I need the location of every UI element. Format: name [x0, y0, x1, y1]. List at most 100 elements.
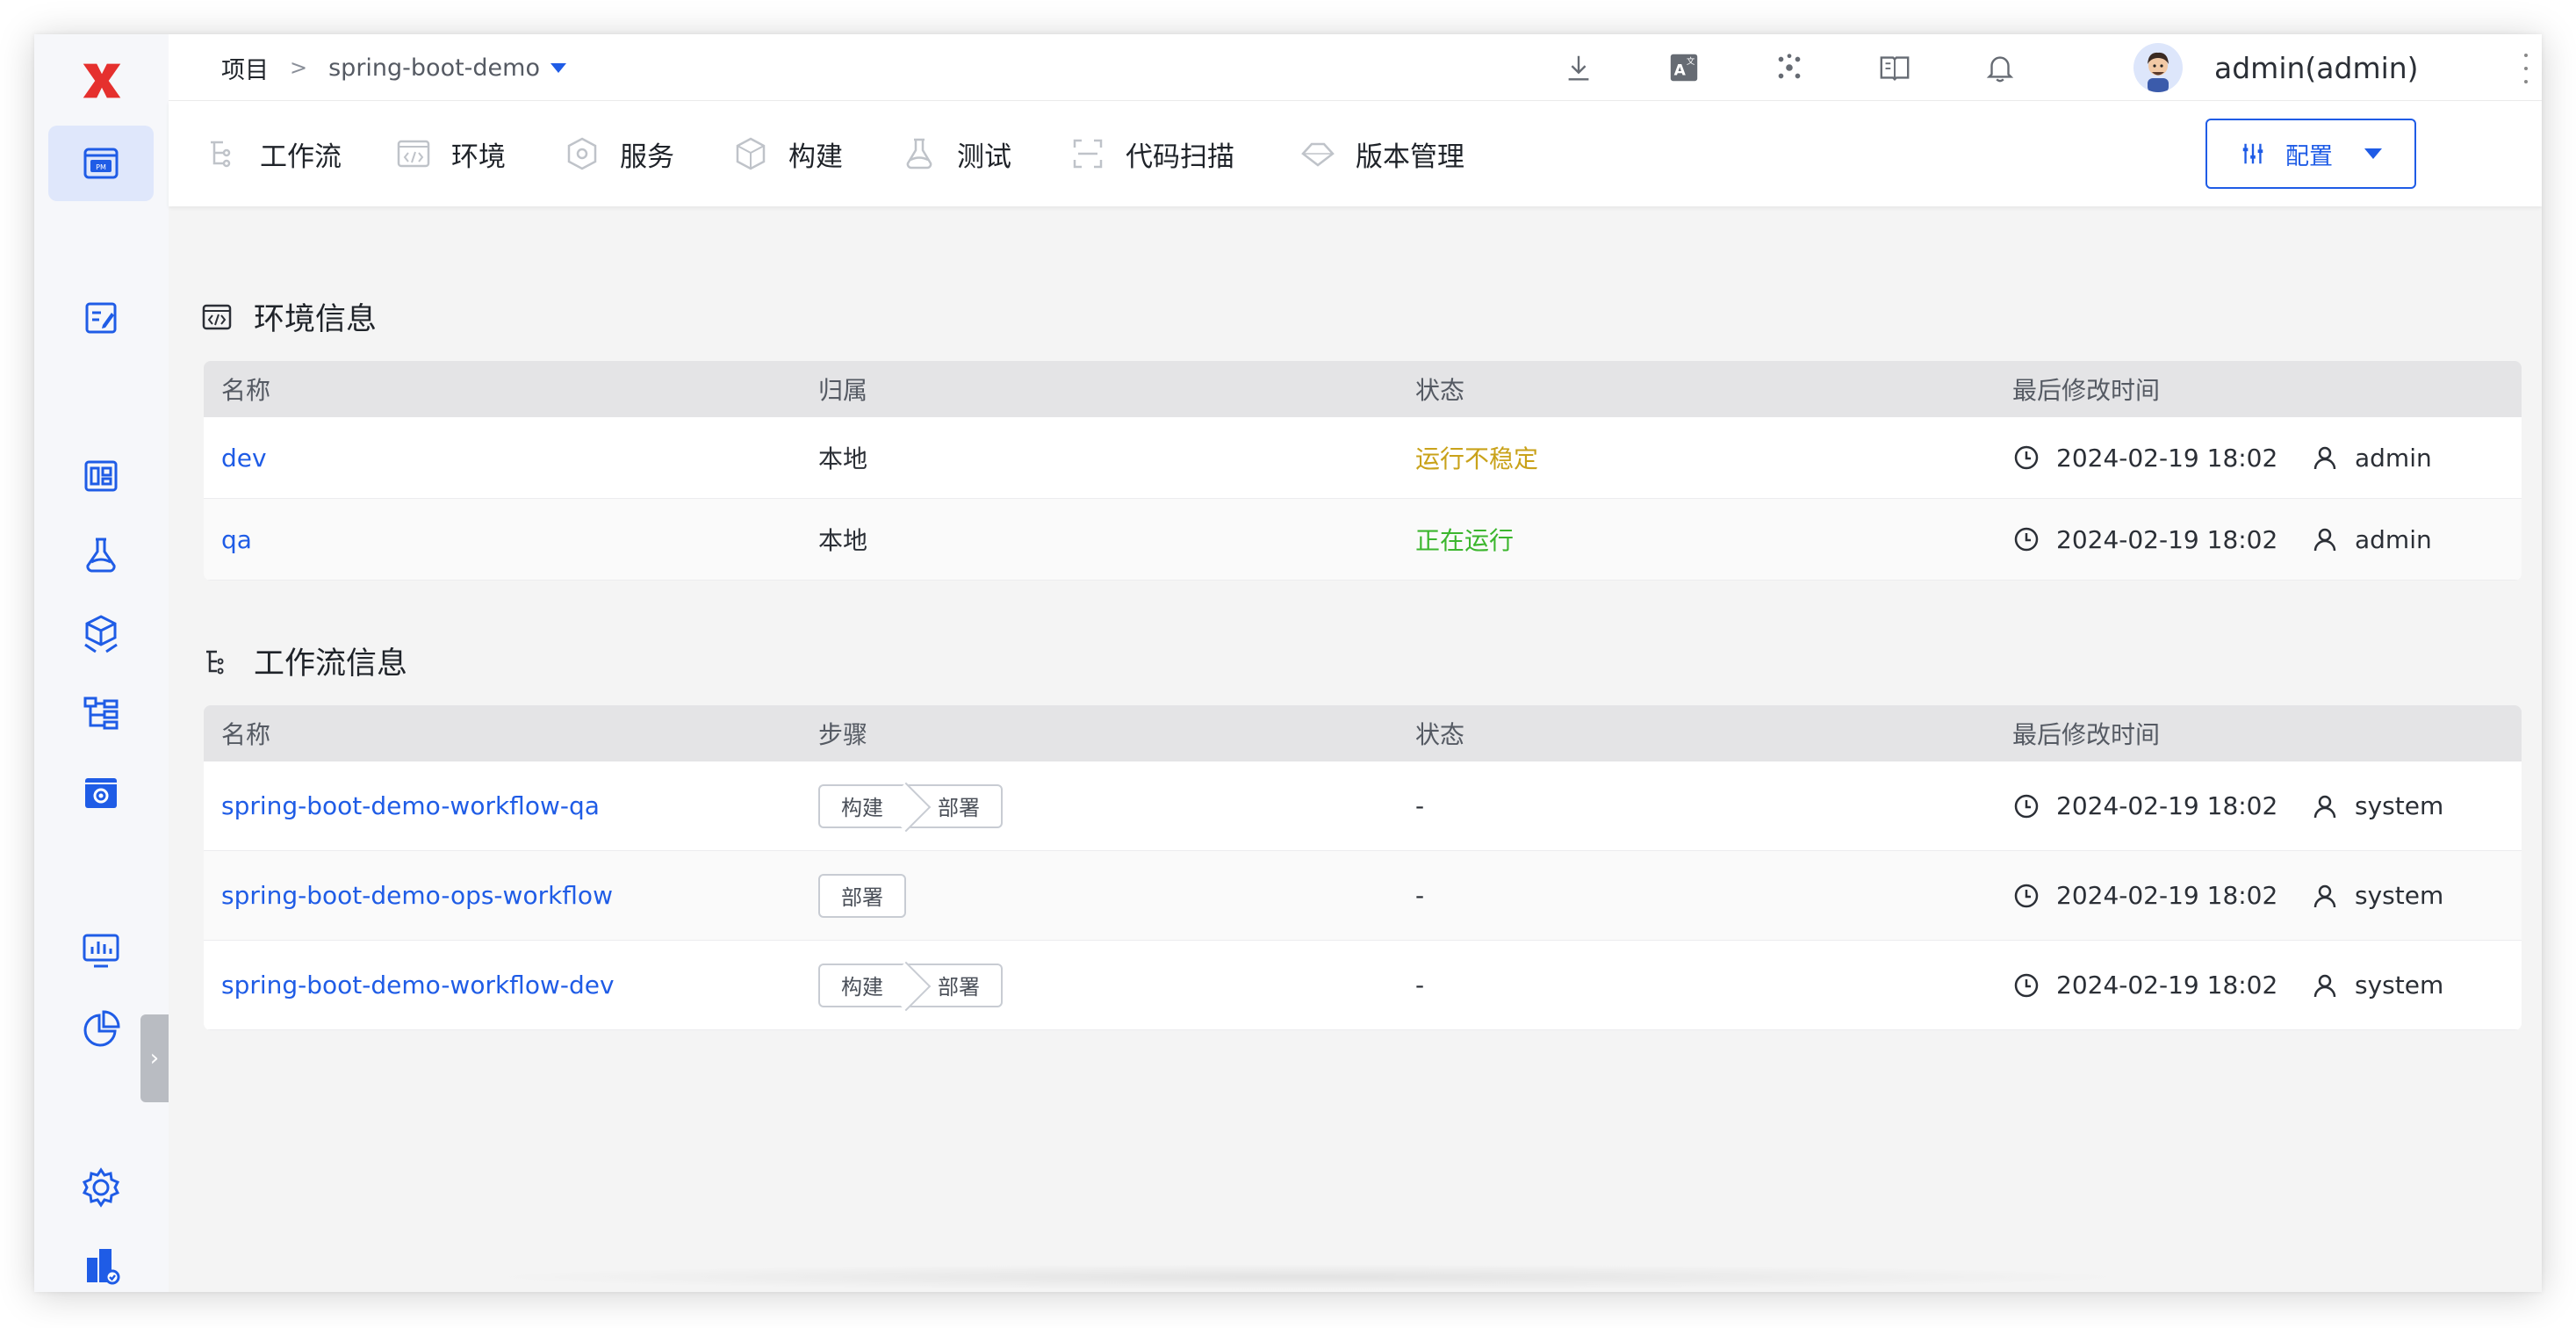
- project-selector[interactable]: spring-boot-demo: [328, 54, 566, 82]
- workflow-status: -: [1415, 791, 1425, 820]
- table-header: 名称 步骤 状态 最后修改时间: [204, 705, 2522, 761]
- user-text: admin: [2355, 443, 2432, 473]
- book-icon[interactable]: [1877, 50, 1912, 85]
- gear-icon[interactable]: [48, 1150, 154, 1225]
- workflow-steps: 构建 部署: [818, 941, 1003, 1029]
- workflow-steps: 构建 部署: [818, 761, 1003, 850]
- breadcrumb-root[interactable]: 项目: [221, 51, 269, 85]
- table-row: dev 本地 运行不稳定 2024-02-19 18:02 admin: [204, 417, 2522, 499]
- workflow-name-link[interactable]: spring-boot-demo-workflow-dev: [221, 941, 615, 1029]
- code-env-icon: [397, 140, 430, 168]
- modified-user: system: [2311, 851, 2443, 940]
- config-button[interactable]: 配置: [2205, 119, 2416, 189]
- avatar[interactable]: [2133, 43, 2183, 92]
- tab-label: 代码扫描: [1126, 141, 1234, 173]
- sidebar-collapse-handle[interactable]: ›: [140, 1014, 169, 1102]
- user-text: system: [2355, 971, 2444, 1000]
- workflow-section-title: 工作流信息: [201, 639, 407, 683]
- table-row: spring-boot-demo-workflow-qa 构建 部署 - 202…: [204, 761, 2522, 851]
- code-env-icon: [202, 304, 232, 329]
- clock-icon: [2014, 884, 2039, 907]
- translate-icon[interactable]: A文: [1666, 50, 1702, 85]
- column-header: 步骤: [818, 720, 868, 749]
- tab-label: 测试: [957, 141, 1011, 173]
- env-table: 名称 归属 状态 最后修改时间 dev 本地 运行不稳定 2024-02-19 …: [204, 361, 2522, 581]
- step-tag: 构建: [818, 783, 908, 828]
- workflow-icon: [206, 650, 224, 674]
- tab-workflow[interactable]: 工作流: [204, 101, 342, 206]
- pie-chart-icon[interactable]: [48, 992, 154, 1067]
- column-header: 名称: [221, 720, 271, 749]
- workflow-name-link[interactable]: spring-boot-demo-workflow-qa: [221, 761, 600, 850]
- user-icon: [2313, 528, 2336, 552]
- table-header: 名称 归属 状态 最后修改时间: [204, 361, 2522, 417]
- tab-service[interactable]: 服务: [564, 101, 674, 206]
- env-name-link[interactable]: qa: [221, 499, 252, 580]
- env-name-link[interactable]: dev: [221, 417, 267, 498]
- step-tag: 部署: [818, 873, 906, 918]
- modified-time: 2024-02-19 18:02: [2012, 941, 2277, 1029]
- column-header: 状态: [1415, 376, 1465, 405]
- flask-icon[interactable]: [48, 517, 154, 593]
- table-row: qa 本地 正在运行 2024-02-19 18:02 admin: [204, 499, 2522, 581]
- workflow-status: -: [1415, 881, 1425, 910]
- monitor-chart-icon[interactable]: [48, 913, 154, 988]
- settings-box-icon[interactable]: [48, 754, 154, 830]
- x-logo[interactable]: [73, 52, 131, 110]
- column-header: 状态: [1415, 720, 1465, 749]
- package-icon[interactable]: [48, 596, 154, 672]
- modified-time: 2024-02-19 18:02: [2012, 417, 2277, 498]
- env-status: 正在运行: [1415, 526, 1515, 555]
- section-title-text: 工作流信息: [254, 646, 408, 682]
- env-status: 运行不稳定: [1415, 444, 1539, 473]
- tab-code-scan[interactable]: 代码扫描: [1069, 101, 1234, 206]
- tab-version[interactable]: 版本管理: [1299, 101, 1464, 206]
- edit-doc-icon[interactable]: [48, 280, 154, 356]
- clock-icon: [2014, 445, 2039, 470]
- download-icon[interactable]: [1561, 50, 1596, 85]
- user-icon: [2313, 974, 2336, 997]
- workflow-name-link[interactable]: spring-boot-demo-ops-workflow: [221, 851, 613, 940]
- caret-down-icon: [550, 62, 566, 73]
- tab-build[interactable]: 构建: [732, 101, 843, 206]
- tab-environment[interactable]: 环境: [395, 101, 506, 206]
- workflow-status: -: [1415, 971, 1425, 1000]
- config-label: 配置: [2285, 142, 2333, 170]
- service-icon: [567, 137, 597, 170]
- env-section-title: 环境信息: [201, 294, 377, 339]
- svg-text:A: A: [1674, 62, 1687, 80]
- column-header: 名称: [221, 376, 271, 405]
- tab-label: 环境: [451, 141, 506, 173]
- more-options-icon[interactable]: [2517, 54, 2535, 83]
- tab-test[interactable]: 测试: [901, 101, 1011, 206]
- bell-icon[interactable]: [1982, 50, 2018, 85]
- scan-icon: [1073, 139, 1103, 169]
- test-icon: [906, 138, 932, 170]
- env-owner: 本地: [818, 526, 868, 555]
- tab-label: 版本管理: [1356, 141, 1464, 173]
- tree-icon[interactable]: [48, 675, 154, 751]
- tab-bar: 工作流 环境 服务 构建 测试 代码扫描 版本管理 配置: [169, 101, 2542, 206]
- tab-label: 工作流: [260, 141, 342, 173]
- modified-user: system: [2311, 761, 2443, 850]
- svg-text:文: 文: [1687, 56, 1695, 67]
- modified-time: 2024-02-19 18:02: [2012, 499, 2277, 580]
- user-text: system: [2355, 881, 2444, 910]
- breadcrumb: 项目 > spring-boot-demo: [221, 34, 566, 101]
- time-text: 2024-02-19 18:02: [2056, 881, 2278, 910]
- sliders-icon: [2242, 143, 2263, 164]
- dashboard-icon[interactable]: [48, 438, 154, 514]
- building-icon[interactable]: [48, 1229, 154, 1292]
- time-text: 2024-02-19 18:02: [2056, 791, 2278, 820]
- modified-time: 2024-02-19 18:02: [2012, 761, 2277, 850]
- clock-icon: [2014, 794, 2039, 818]
- time-text: 2024-02-19 18:02: [2056, 443, 2278, 473]
- user-icon: [2313, 795, 2336, 818]
- user-text: admin: [2355, 524, 2432, 554]
- tab-label: 服务: [620, 141, 674, 173]
- pm-icon[interactable]: PM: [48, 126, 154, 201]
- time-text: 2024-02-19 18:02: [2056, 524, 2278, 554]
- plugin-icon[interactable]: [1772, 50, 1807, 85]
- user-name[interactable]: admin(admin): [2214, 34, 2419, 101]
- clock-icon: [2014, 973, 2039, 997]
